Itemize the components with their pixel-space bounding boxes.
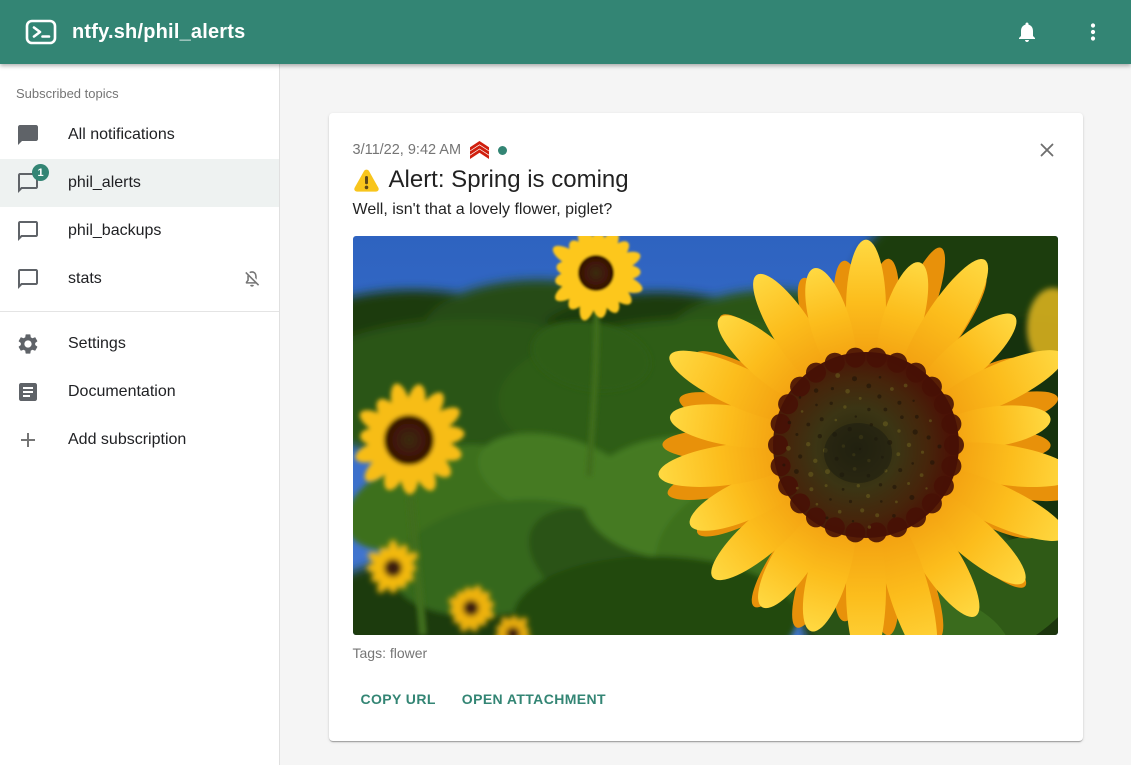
sidebar-item-label: stats	[68, 270, 102, 288]
close-icon	[1036, 139, 1058, 161]
main-content: 3/11/22, 9:42 AM Alert: Spring is coming	[280, 64, 1131, 765]
sidebar-item-label: All notifications	[68, 126, 175, 144]
bell-off-icon	[241, 268, 263, 290]
sidebar-item-label: Settings	[68, 335, 126, 353]
gear-icon	[16, 332, 40, 356]
sidebar-item-label: phil_alerts	[68, 174, 141, 192]
sidebar-item-add-subscription[interactable]: Add subscription	[0, 416, 279, 464]
sidebar-item-stats[interactable]: stats	[0, 255, 279, 303]
sidebar-item-all-notifications[interactable]: All notifications	[0, 111, 279, 159]
subscribed-topics-label: Subscribed topics	[0, 64, 279, 111]
notification-card: 3/11/22, 9:42 AM Alert: Spring is coming	[329, 113, 1083, 741]
app-bar: ntfy.sh/phil_alerts	[0, 0, 1131, 64]
sidebar: Subscribed topics All notifications 1 ph…	[0, 64, 280, 765]
attachment-image-sunflowers[interactable]	[353, 236, 1058, 635]
sidebar-item-label: Add subscription	[68, 431, 186, 449]
notification-body: Well, isn't that a lovely flower, piglet…	[353, 201, 1059, 219]
page-title: ntfy.sh/phil_alerts	[72, 21, 245, 44]
notifications-bell-button[interactable]	[1007, 12, 1047, 52]
sidebar-item-phil-backups[interactable]: phil_backups	[0, 207, 279, 255]
sidebar-item-label: Documentation	[68, 383, 176, 401]
unread-count-badge: 1	[32, 164, 49, 181]
terminal-logo-icon	[24, 17, 58, 47]
kebab-menu-icon	[1081, 20, 1105, 44]
warning-emoji-icon	[353, 168, 380, 193]
article-icon	[16, 380, 40, 404]
notification-title-row: Alert: Spring is coming	[353, 166, 1059, 194]
notification-timestamp: 3/11/22, 9:42 AM	[353, 142, 462, 158]
bell-icon	[1015, 20, 1039, 44]
open-attachment-button[interactable]: OPEN ATTACHMENT	[454, 683, 614, 715]
chat-bubble-filled-icon	[16, 123, 40, 147]
copy-url-button[interactable]: COPY URL	[353, 683, 444, 715]
priority-high-icon	[468, 141, 491, 159]
plus-icon	[16, 428, 40, 452]
sidebar-item-settings[interactable]: Settings	[0, 320, 279, 368]
notification-meta: 3/11/22, 9:42 AM	[353, 141, 1059, 159]
sidebar-divider	[0, 311, 279, 312]
tags-label: Tags: flower	[353, 645, 1059, 661]
sidebar-item-label: phil_backups	[68, 222, 161, 240]
unread-dot	[498, 146, 507, 155]
chat-bubble-outline-icon: 1	[16, 171, 40, 195]
sidebar-item-phil-alerts[interactable]: 1 phil_alerts	[0, 159, 279, 207]
chat-bubble-outline-icon	[16, 267, 40, 291]
sidebar-item-documentation[interactable]: Documentation	[0, 368, 279, 416]
overflow-menu-button[interactable]	[1073, 12, 1113, 52]
chat-bubble-outline-icon	[16, 219, 40, 243]
close-notification-button[interactable]	[1033, 136, 1061, 164]
notification-title: Alert: Spring is coming	[389, 166, 629, 194]
notification-actions: COPY URL OPEN ATTACHMENT	[353, 683, 1059, 715]
